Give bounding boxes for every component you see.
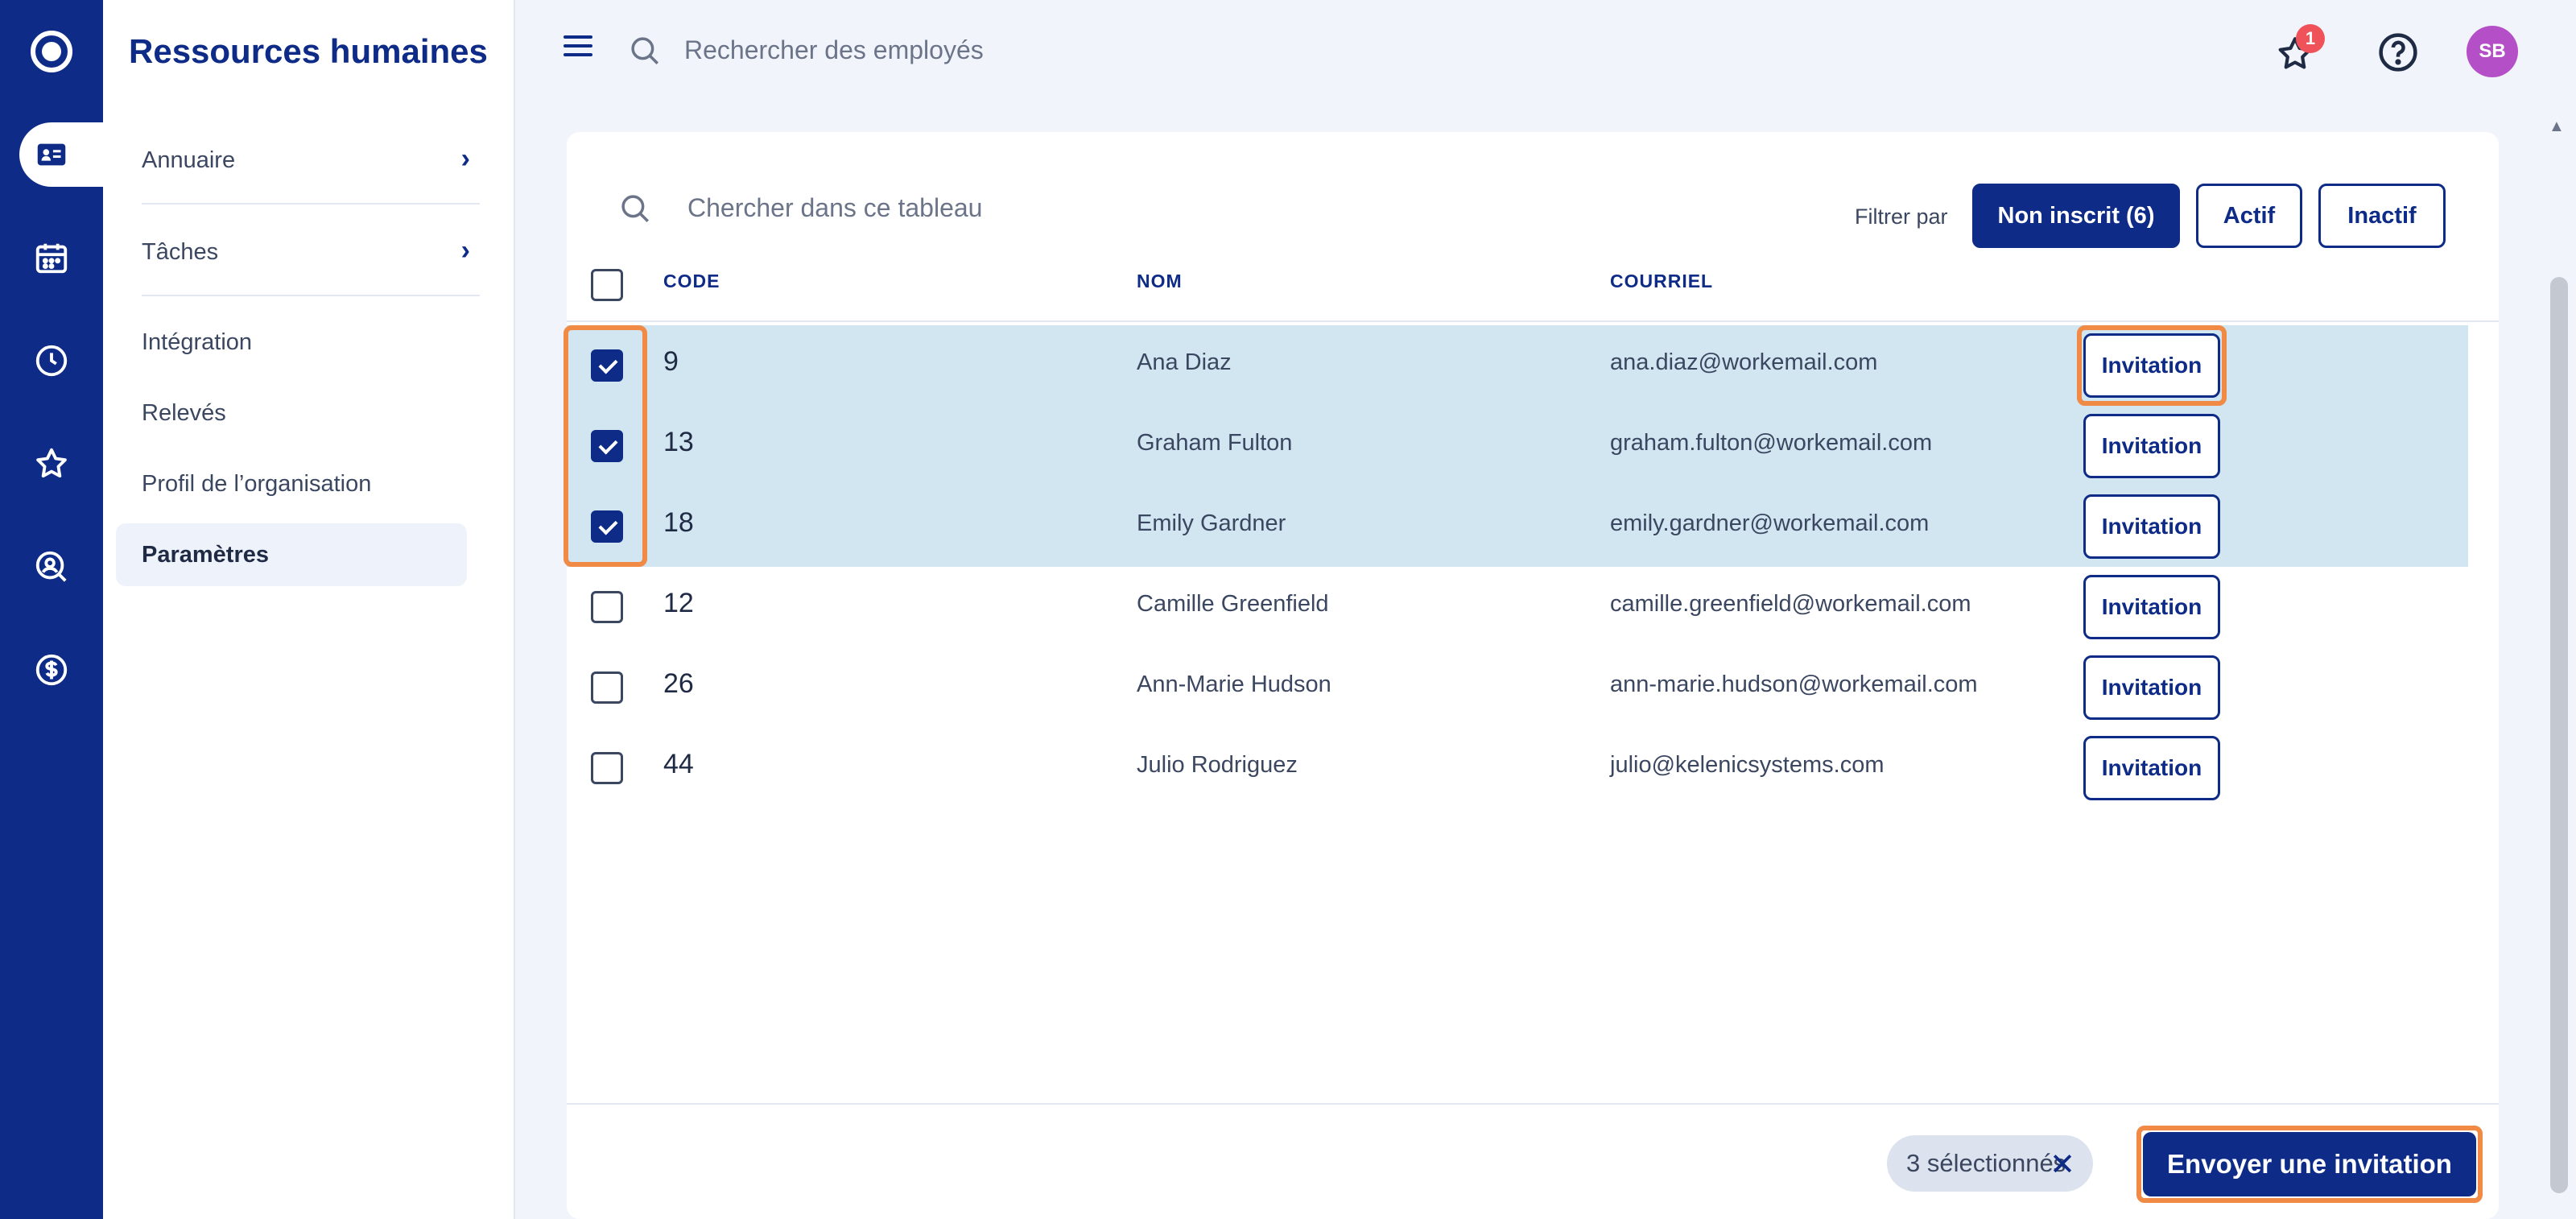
divider — [567, 1103, 2499, 1105]
divider — [567, 320, 2499, 322]
app-rail — [0, 0, 103, 1219]
row-name: Emily Gardner — [1137, 510, 1286, 536]
chevron-right-icon: › — [460, 235, 470, 266]
divider — [142, 203, 480, 205]
notification-badge: 1 — [2296, 24, 2325, 53]
sidebar-item-profil-organisation[interactable]: Profil de l’organisation — [129, 452, 477, 515]
sidebar-item-label: Intégration — [142, 329, 253, 355]
sidebar-item-releves[interactable]: Relevés — [129, 382, 477, 444]
scrollbar-thumb[interactable] — [2550, 277, 2568, 1193]
row-code: 13 — [663, 427, 694, 457]
invitation-button-highlight — [2077, 325, 2227, 406]
invitation-button[interactable]: Invitation — [2083, 414, 2220, 478]
column-header-courriel[interactable]: COURRIEL — [1610, 271, 1713, 292]
row-name: Camille Greenfield — [1137, 591, 1329, 617]
select-all-checkbox[interactable] — [591, 269, 623, 301]
search-icon — [631, 37, 658, 64]
row-checkbox[interactable] — [591, 591, 623, 623]
invitation-button[interactable]: Invitation — [2083, 736, 2220, 800]
row-email: ana.diaz@workemail.com — [1610, 349, 1878, 375]
filter-inactif-button[interactable]: Inactif — [2318, 184, 2446, 248]
sidebar-item-label: Paramètres — [142, 541, 269, 568]
send-button-highlight — [2136, 1126, 2483, 1203]
menu-icon[interactable] — [564, 35, 592, 64]
table-row[interactable]: 18 Emily Gardner emily.gardner@workemail… — [567, 486, 2468, 567]
table-row[interactable]: 44 Julio Rodriguez julio@kelenicsystems.… — [567, 728, 2468, 808]
table-row[interactable]: 12 Camille Greenfield camille.greenfield… — [567, 567, 2468, 647]
row-email: camille.greenfield@workemail.com — [1610, 591, 1971, 617]
dollar-icon[interactable] — [29, 647, 74, 692]
row-code: 44 — [663, 749, 694, 779]
row-name: Ana Diaz — [1137, 349, 1232, 375]
sidebar-item-integration[interactable]: Intégration — [129, 311, 477, 374]
selection-count-label: 3 sélectionnés — [1906, 1149, 2066, 1177]
table-search-input[interactable]: Chercher dans ce tableau — [687, 193, 982, 223]
row-email: julio@kelenicsystems.com — [1610, 752, 1885, 778]
row-email: graham.fulton@workemail.com — [1610, 430, 1933, 456]
table-row[interactable]: 26 Ann-Marie Hudson ann-marie.hudson@wor… — [567, 647, 2468, 728]
row-name: Graham Fulton — [1137, 430, 1293, 456]
sidebar-title: Ressources humaines — [129, 32, 488, 70]
invitation-button[interactable]: Invitation — [2083, 494, 2220, 559]
directory-card-icon[interactable] — [29, 132, 74, 177]
chevron-right-icon: › — [460, 143, 470, 174]
sidebar-item-label: Relevés — [142, 399, 226, 426]
column-header-nom[interactable]: NOM — [1137, 271, 1183, 292]
row-code: 18 — [663, 507, 694, 538]
clear-selection-icon[interactable]: ✕ — [2050, 1147, 2075, 1183]
sidebar-item-label: Tâches — [142, 238, 219, 265]
search-icon — [621, 195, 649, 222]
sidebar-item-taches[interactable]: Tâches › — [129, 221, 477, 283]
filter-non-inscrit-button[interactable]: Non inscrit (6) — [1972, 184, 2180, 248]
row-name: Ann-Marie Hudson — [1137, 671, 1331, 697]
sidebar: Ressources humaines Annuaire › Tâches › … — [103, 0, 515, 1219]
selection-chip: 3 sélectionnés ✕ — [1887, 1135, 2093, 1192]
employee-search-input[interactable]: Rechercher des employés — [684, 35, 984, 65]
sidebar-item-annuaire[interactable]: Annuaire › — [129, 129, 477, 192]
sidebar-item-parametres[interactable]: Paramètres — [116, 523, 467, 586]
logo-icon[interactable] — [31, 31, 72, 72]
invitation-button[interactable]: Invitation — [2083, 575, 2220, 639]
top-bar: Rechercher des employés 1 SB — [515, 0, 2576, 103]
row-code: 26 — [663, 668, 694, 699]
checkbox-highlight — [564, 325, 647, 567]
column-header-code[interactable]: CODE — [663, 271, 720, 292]
employees-table-card: Chercher dans ce tableau Filtrer par Non… — [564, 132, 2499, 1219]
sidebar-item-label: Annuaire — [142, 147, 236, 173]
clock-icon[interactable] — [29, 338, 74, 383]
star-icon[interactable] — [29, 441, 74, 486]
row-email: emily.gardner@workemail.com — [1610, 510, 1930, 536]
row-checkbox[interactable] — [591, 671, 623, 704]
divider — [142, 295, 480, 296]
filter-label: Filtrer par — [1855, 205, 1948, 229]
calendar-icon[interactable] — [29, 235, 74, 280]
row-checkbox[interactable] — [591, 752, 623, 784]
scroll-up-arrow-icon[interactable]: ▲ — [2549, 118, 2565, 136]
help-icon[interactable] — [2376, 31, 2420, 74]
row-name: Julio Rodriguez — [1137, 752, 1298, 778]
invitation-button[interactable]: Invitation — [2083, 655, 2220, 720]
search-person-icon[interactable] — [29, 544, 74, 589]
filter-actif-button[interactable]: Actif — [2196, 184, 2302, 248]
row-email: ann-marie.hudson@workemail.com — [1610, 671, 1978, 697]
sidebar-item-label: Profil de l’organisation — [142, 470, 372, 497]
table-row[interactable]: 13 Graham Fulton graham.fulton@workemail… — [567, 406, 2468, 486]
row-code: 12 — [663, 588, 694, 618]
row-code: 9 — [663, 346, 679, 377]
avatar[interactable]: SB — [2467, 26, 2518, 77]
